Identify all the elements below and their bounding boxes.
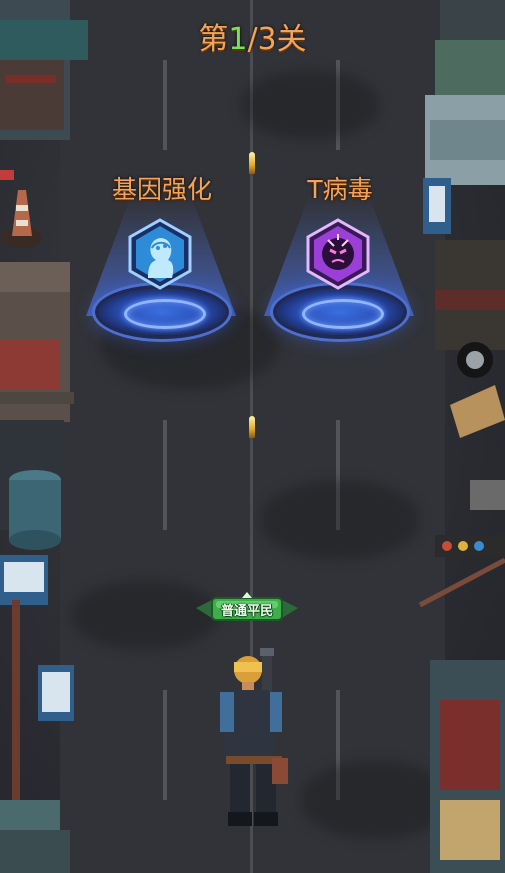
road-stain	[260, 480, 420, 560]
portal-t-virus[interactable]	[277, 289, 403, 335]
lane-marking	[163, 420, 167, 530]
portal-gene-enhance[interactable]	[99, 289, 225, 335]
level-suffix: 关	[276, 22, 307, 57]
road-stain	[240, 70, 380, 140]
level-current: 1	[228, 22, 248, 57]
level-indicator: 第1/3关	[0, 14, 505, 58]
player-title: 普通平民	[220, 604, 273, 619]
bullet	[249, 416, 255, 438]
lane-marking	[163, 690, 167, 800]
level-total: 3	[257, 22, 277, 57]
right-buildings	[418, 0, 505, 873]
virus-face-icon[interactable]	[306, 218, 370, 290]
level-prefix: 第	[198, 22, 229, 57]
brain-head-icon[interactable]	[128, 218, 192, 290]
player-character[interactable]	[212, 648, 298, 838]
level-separator: /	[247, 22, 258, 57]
game-scene: 第1/3关 基因强化 T病毒 普通平民	[0, 0, 505, 873]
player-title-badge: 普通平民	[192, 592, 302, 626]
left-buildings	[0, 0, 88, 873]
lane-marking	[163, 60, 167, 150]
